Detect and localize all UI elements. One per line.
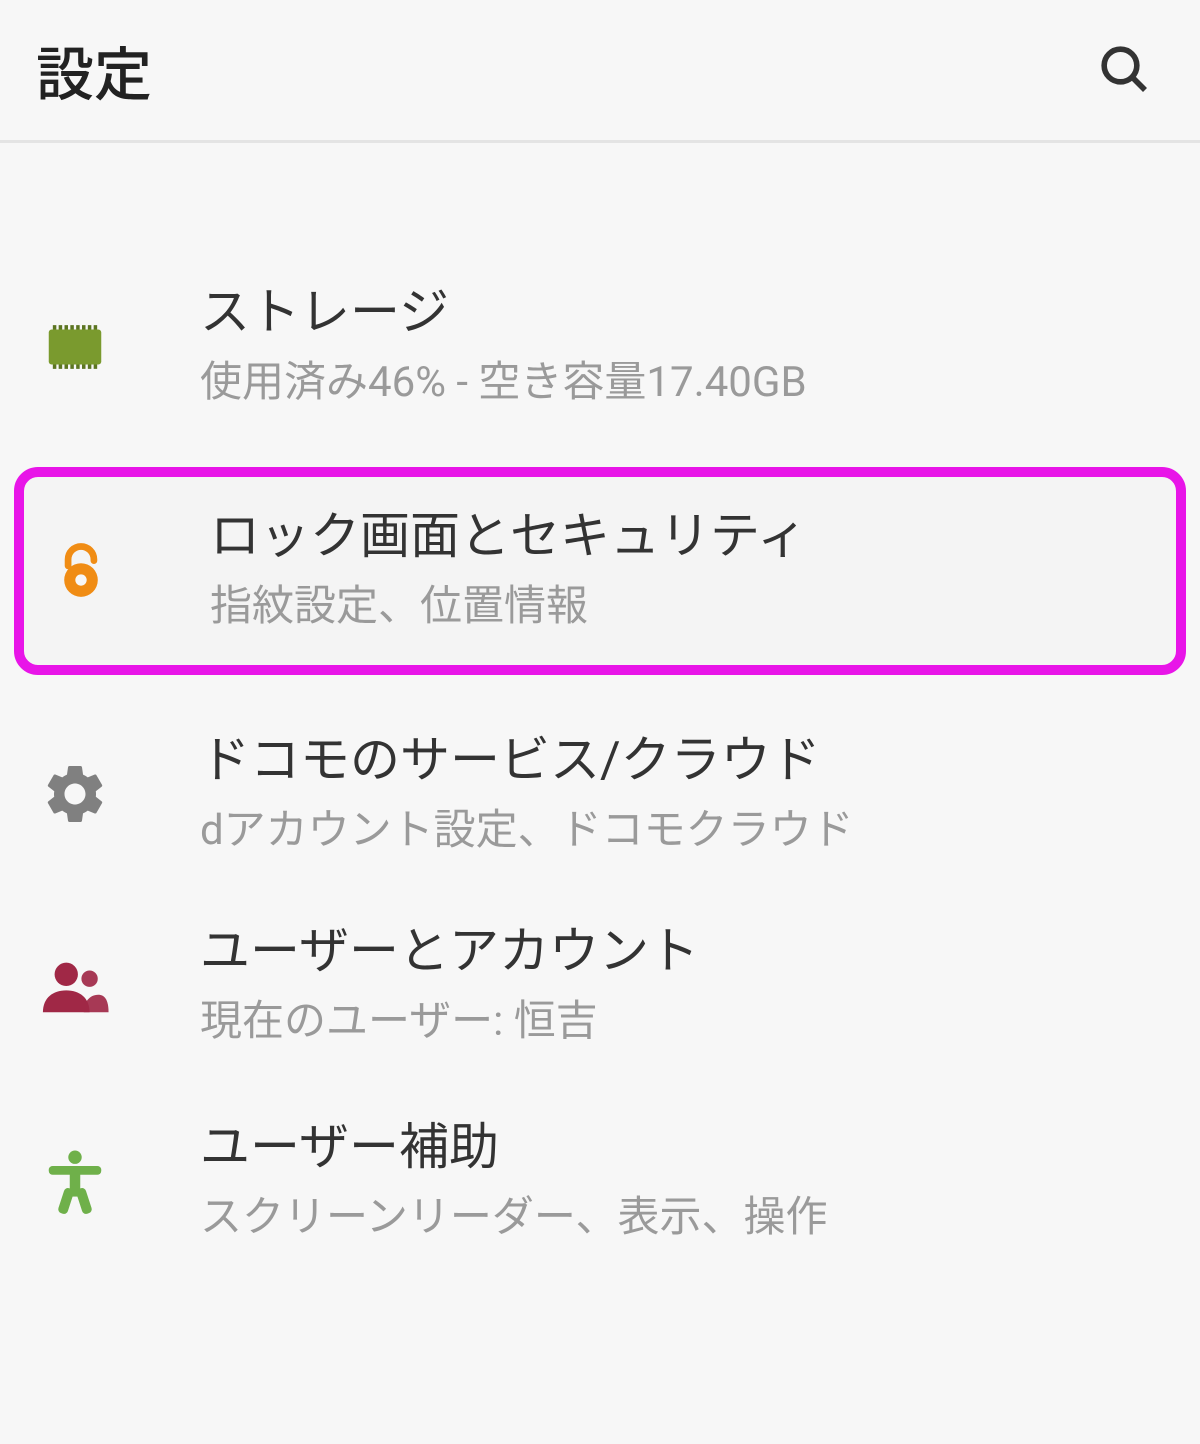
users-icon	[40, 951, 200, 1021]
partial-row-top: ᅟᅟᅟᅟᅟᅟᅟᅟᅟᅟᅟᅟᅟᅟᅟᅟᅟᅟᅟᅟ	[0, 143, 1200, 179]
app-header: 設定	[0, 0, 1200, 143]
settings-item-subtitle: 使用済み46% - 空き容量17.40GB	[200, 354, 807, 413]
settings-item-text: ロック画面とセキュリティ 指紋設定、位置情報	[210, 505, 807, 637]
settings-item-subtitle: dアカウント設定、ドコモクラウド	[200, 802, 854, 861]
settings-item-security[interactable]: ロック画面とセキュリティ 指紋設定、位置情報	[14, 467, 1186, 675]
search-button[interactable]	[1088, 33, 1160, 108]
settings-item-text: ユーザーとアカウント 現在のユーザー: 恒吉	[200, 920, 699, 1052]
storage-icon	[40, 312, 200, 382]
settings-item-title: ストレージ	[200, 281, 807, 346]
search-icon	[1096, 85, 1152, 100]
settings-item-title: ドコモのサービス/クラウド	[200, 729, 854, 794]
settings-item-users[interactable]: ユーザーとアカウント 現在のユーザー: 恒吉	[0, 890, 1200, 1082]
settings-item-storage[interactable]: ストレージ 使用済み46% - 空き容量17.40GB	[0, 251, 1200, 443]
settings-list: ᅟᅟᅟᅟᅟᅟᅟᅟᅟᅟᅟᅟᅟᅟᅟᅟᅟᅟᅟᅟ ストレージ 使用済み46	[0, 143, 1200, 1262]
section-spacer	[0, 179, 1200, 251]
settings-item-text: ドコモのサービス/クラウド dアカウント設定、ドコモクラウド	[200, 729, 854, 861]
settings-item-accessibility[interactable]: ユーザー補助 スクリーンリーダー、表示、操作	[0, 1082, 1200, 1262]
gear-icon	[40, 759, 200, 829]
lock-icon	[50, 540, 210, 602]
partial-row-text: ᅟᅟᅟᅟᅟᅟᅟᅟᅟᅟᅟᅟᅟᅟᅟᅟᅟᅟᅟᅟ	[208, 143, 981, 179]
settings-item-text: ユーザー補助 スクリーンリーダー、表示、操作	[200, 1116, 827, 1248]
settings-item-text: ストレージ 使用済み46% - 空き容量17.40GB	[200, 281, 807, 413]
settings-item-title: ユーザー補助	[200, 1116, 827, 1181]
settings-item-docomo[interactable]: ドコモのサービス/クラウド dアカウント設定、ドコモクラウド	[0, 699, 1200, 891]
settings-item-subtitle: 現在のユーザー: 恒吉	[200, 993, 699, 1052]
settings-item-title: ユーザーとアカウント	[200, 920, 699, 985]
settings-item-subtitle: スクリーンリーダー、表示、操作	[200, 1189, 827, 1248]
accessibility-icon	[40, 1147, 200, 1217]
page-title: 設定	[36, 28, 152, 112]
settings-item-subtitle: 指紋設定、位置情報	[210, 578, 807, 637]
settings-item-title: ロック画面とセキュリティ	[210, 505, 807, 570]
